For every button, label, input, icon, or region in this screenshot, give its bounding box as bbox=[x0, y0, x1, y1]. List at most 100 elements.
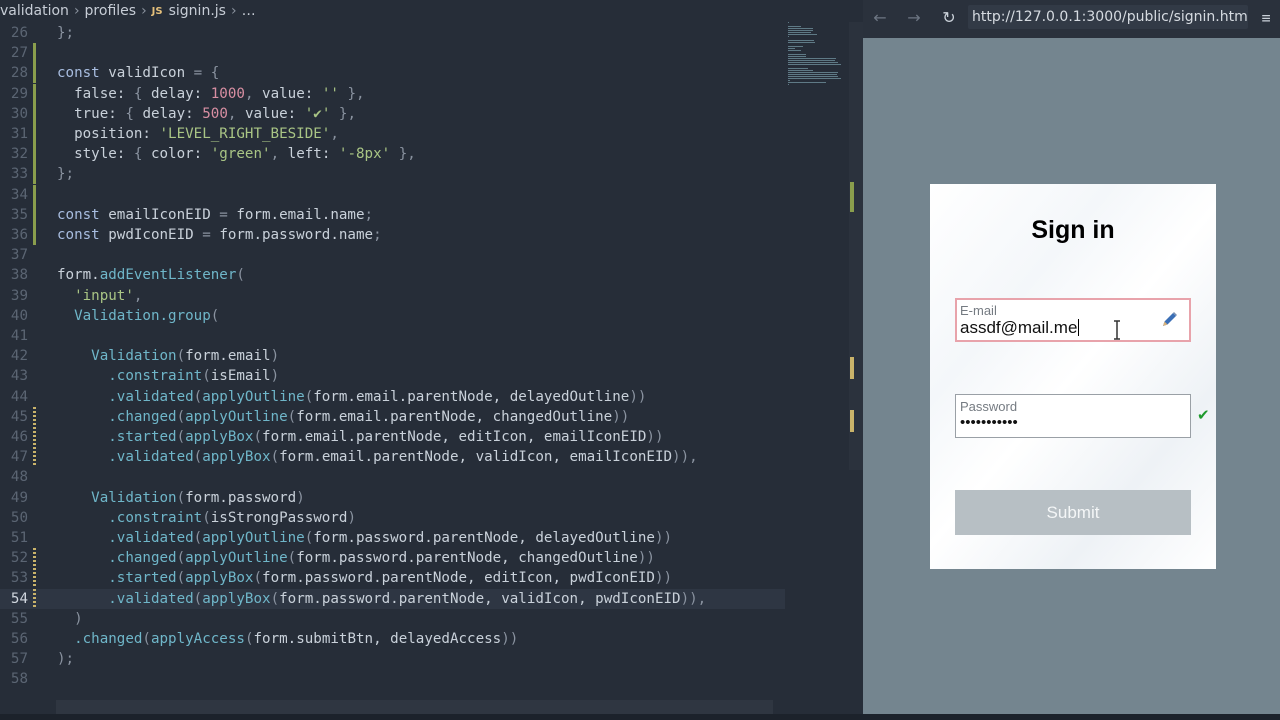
code-line[interactable]: 40 Validation.group( bbox=[0, 306, 785, 326]
minimap[interactable] bbox=[786, 22, 849, 97]
code-token: form.submitBtn, delayedAccess bbox=[253, 631, 502, 647]
reload-icon[interactable]: ↻ bbox=[936, 6, 962, 30]
breadcrumb-item-symbol[interactable]: … bbox=[242, 3, 256, 19]
code-token: applyBox bbox=[202, 449, 271, 466]
gutter-modified-marker[interactable] bbox=[33, 427, 36, 447]
code-line[interactable]: 36 const pwdIconEID = form.password.name; bbox=[0, 225, 785, 245]
gutter-modified-marker[interactable] bbox=[33, 548, 36, 569]
code-line[interactable]: 30 true: { delay: 500, value: '✔' }, bbox=[0, 103, 785, 124]
code-token: .validated bbox=[57, 449, 194, 466]
gutter-modified-marker[interactable] bbox=[33, 588, 36, 609]
code-token: color: bbox=[150, 146, 211, 163]
arrow-left-icon[interactable]: ← bbox=[867, 6, 893, 30]
gutter-added-marker[interactable] bbox=[33, 144, 36, 165]
line-number: 31 bbox=[10, 126, 28, 142]
code-token: .changed bbox=[57, 550, 177, 567]
gutter-modified-marker[interactable] bbox=[33, 568, 36, 589]
chevron-right-icon: › bbox=[73, 3, 80, 19]
code-line[interactable]: 50 .constraint(isStrongPassword) bbox=[0, 508, 785, 528]
line-number: 28 bbox=[10, 65, 28, 82]
minimap-line bbox=[788, 58, 837, 59]
breadcrumb-item-validation[interactable]: validation bbox=[0, 3, 69, 19]
gutter-added-marker[interactable] bbox=[33, 124, 36, 144]
code-line[interactable]: 47 .validated(applyBox(form.email.parent… bbox=[0, 447, 785, 468]
code-editor[interactable]: validation › profiles › JS signin.js › …… bbox=[0, 0, 863, 720]
gutter-modified-marker[interactable] bbox=[33, 406, 36, 427]
submit-button[interactable]: Submit bbox=[955, 490, 1191, 535]
code-line[interactable]: 28 const validIcon = { bbox=[0, 63, 785, 84]
code-line[interactable]: 57); bbox=[0, 649, 785, 669]
url-bar[interactable]: http://127.0.0.1:3000/public/signin.html bbox=[968, 5, 1248, 29]
gutter-added-marker[interactable] bbox=[33, 43, 36, 64]
email-input[interactable]: assdf@mail.me bbox=[960, 318, 1080, 338]
code-line[interactable]: 53 .started(applyBox(form.password.paren… bbox=[0, 568, 785, 589]
code-line[interactable]: 56 .changed(applyAccess(form.submitBtn, … bbox=[0, 629, 785, 649]
code-token: }; bbox=[57, 166, 75, 183]
gutter-added-marker[interactable] bbox=[33, 83, 36, 104]
code-line[interactable]: 37 bbox=[0, 245, 785, 265]
line-number: 52 bbox=[10, 550, 28, 567]
code-text: const validIcon = { bbox=[57, 63, 219, 83]
code-line[interactable]: 48 bbox=[0, 467, 785, 487]
gutter-added-marker[interactable] bbox=[33, 184, 36, 205]
gutter-modified-marker[interactable] bbox=[33, 447, 36, 468]
code-text: const pwdIconEID = form.password.name; bbox=[57, 225, 382, 245]
code-line[interactable]: 31 position: 'LEVEL_RIGHT_BESIDE', bbox=[0, 124, 785, 144]
line-number: 34 bbox=[10, 186, 28, 203]
code-token: validIcon bbox=[108, 65, 194, 82]
code-token: .validated bbox=[57, 590, 194, 607]
code-line[interactable]: 51 .validated(applyOutline(form.password… bbox=[0, 528, 785, 548]
line-number: 26 bbox=[10, 25, 28, 41]
code-line[interactable]: 44 .validated(applyOutline(form.email.pa… bbox=[0, 387, 785, 407]
arrow-right-icon[interactable]: → bbox=[901, 6, 927, 30]
code-line[interactable]: 41 bbox=[0, 326, 785, 346]
gutter-added-marker[interactable] bbox=[33, 103, 36, 124]
breadcrumb-item-file[interactable]: signin.js bbox=[169, 3, 226, 19]
gutter-added-marker[interactable] bbox=[33, 225, 36, 245]
horizontal-scrollbar[interactable] bbox=[56, 700, 773, 714]
code-line[interactable]: 58 bbox=[0, 669, 785, 689]
code-token: { bbox=[133, 146, 151, 163]
code-line[interactable]: 43 .constraint(isEmail) bbox=[0, 366, 785, 386]
code-line[interactable]: 54 .validated(applyBox(form.password.par… bbox=[0, 588, 785, 609]
code-area[interactable]: 26}; 27 28 const validIcon = {29 false: { d… bbox=[0, 23, 785, 699]
code-line[interactable]: 39 'input', bbox=[0, 286, 785, 306]
code-token: ( bbox=[202, 509, 211, 526]
code-token: ; bbox=[364, 206, 374, 223]
email-value: assdf@mail.me bbox=[960, 318, 1078, 337]
code-line[interactable]: 29 false: { delay: 1000, value: '' }, bbox=[0, 83, 785, 104]
code-line[interactable]: 26}; bbox=[0, 23, 785, 43]
code-token: ( bbox=[210, 307, 220, 324]
gutter-added-marker[interactable] bbox=[33, 63, 36, 84]
code-line[interactable]: 52 .changed(applyOutline(form.password.p… bbox=[0, 548, 785, 569]
code-token: '' bbox=[321, 85, 339, 102]
code-token: ( bbox=[176, 550, 186, 567]
code-line[interactable]: 49 Validation(form.password) bbox=[0, 488, 785, 508]
scrollbar-change-marker bbox=[850, 357, 854, 379]
code-line[interactable]: 27 bbox=[0, 43, 785, 64]
code-line[interactable]: 34 bbox=[0, 184, 785, 205]
code-token: 'LEVEL_RIGHT_BESIDE' bbox=[159, 126, 331, 142]
code-line[interactable]: 35 const emailIconEID = form.email.name; bbox=[0, 204, 785, 225]
code-line[interactable]: 33}; bbox=[0, 164, 785, 185]
code-line[interactable]: 45 .changed(applyOutline(form.email.pare… bbox=[0, 406, 785, 427]
code-token: )) bbox=[654, 530, 673, 546]
breadcrumb-item-profiles[interactable]: profiles bbox=[85, 3, 137, 19]
password-field[interactable]: Password ••••••••••• bbox=[955, 394, 1191, 438]
code-line[interactable]: 55 ) bbox=[0, 609, 785, 629]
code-line[interactable]: 32 style: { color: 'green', left: '-8px'… bbox=[0, 144, 785, 165]
code-token: false: bbox=[57, 85, 134, 102]
gutter-added-marker[interactable] bbox=[33, 204, 36, 225]
code-line[interactable]: 42 Validation(form.email) bbox=[0, 346, 785, 366]
code-line[interactable]: 38 form.addEventListener( bbox=[0, 265, 785, 285]
code-line[interactable]: 46 .started(applyBox(form.email.parentNo… bbox=[0, 427, 785, 447]
gutter-added-marker[interactable] bbox=[33, 164, 36, 185]
password-input[interactable]: ••••••••••• bbox=[960, 414, 1018, 431]
code-token: ( bbox=[176, 408, 186, 425]
email-field[interactable]: E-mail assdf@mail.me bbox=[955, 298, 1191, 342]
minimap-line bbox=[788, 22, 790, 23]
code-token: ( bbox=[304, 530, 314, 546]
code-token: , bbox=[244, 85, 263, 102]
editor-scrollbar[interactable] bbox=[849, 22, 863, 470]
hamburger-icon[interactable]: ≡ bbox=[1255, 6, 1277, 30]
